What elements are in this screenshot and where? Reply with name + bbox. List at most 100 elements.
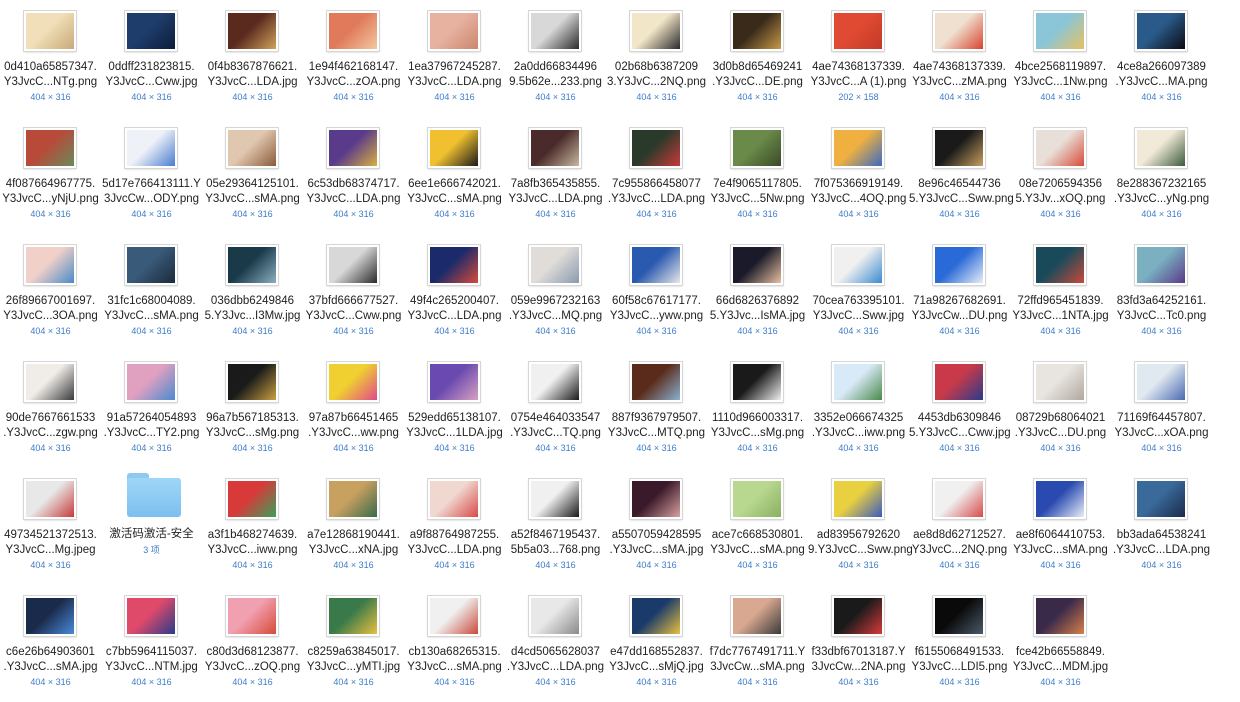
file-item[interactable]: c8259a63845017. Y3JvcC...yMTI.jpg 404 × 3… [303, 585, 404, 702]
image-dimensions: 404 × 316 [838, 677, 879, 687]
file-item[interactable]: 4ae74368137339. Y3JvcC...zMA.png 404 × 31… [909, 0, 1010, 117]
file-item[interactable]: 91a57264054893 .Y3JvcC...TY2.png 404 × 31… [101, 351, 202, 468]
image-dimensions: 404 × 316 [1040, 92, 1081, 102]
file-item[interactable]: 0754e464033547 .Y3JvcC...TQ.png 404 × 316 [505, 351, 606, 468]
file-item[interactable]: 83fd3a64252161. Y3JvcC...Tc0.png 404 × 31… [1111, 234, 1212, 351]
file-item[interactable]: 2a0dd66834496 9.5b62e...233.png 404 × 316 [505, 0, 606, 117]
file-item[interactable]: 0f4b8367876621. Y3JvcC...LDA.jpg 404 × 31… [202, 0, 303, 117]
file-item[interactable]: ae8d8d62712527. Y3JvcC...2NQ.png 404 × 31… [909, 468, 1010, 585]
file-item[interactable]: a7e12868190441. Y3JvcC...xNA.jpg 404 × 31… [303, 468, 404, 585]
file-item[interactable]: c7bb5964115037. Y3JvcC...NTM.jpg 404 × 31… [101, 585, 202, 702]
file-item[interactable]: 0ddff231823815. Y3JvcC...Cww.jpg 404 × 31… [101, 0, 202, 117]
file-name: 7f075366919149. Y3JvcC...4OQ.png [810, 178, 907, 205]
file-item[interactable]: c6e26b64903601 .Y3JvcC...sMA.jpg 404 × 31… [0, 585, 101, 702]
file-item[interactable]: 059e9967232163 .Y3JvcC...MQ.png 404 × 316 [505, 234, 606, 351]
file-item[interactable]: 70cea763395101. Y3JvcC...Sww.jpg 404 × 31… [808, 234, 909, 351]
file-name: 5d17e766413111.Y 3JvcCw...ODY.png [102, 178, 201, 205]
file-item[interactable]: 4ce8a266097389 .Y3JvcC...MA.png 404 × 316 [1111, 0, 1212, 117]
image-dimensions: 404 × 316 [30, 560, 71, 570]
file-name: 72ffd965451839. Y3JvcC...1NTA.jpg [1012, 295, 1109, 322]
file-item[interactable]: ae8f6064410753. Y3JvcC...sMA.png 404 × 31… [1010, 468, 1111, 585]
file-item[interactable]: 66d6826376892 5.Y3Jvc...IsMA.jpg 404 × 31… [707, 234, 808, 351]
file-item[interactable]: 08e7206594356 5.Y3Jv...xOQ.png 404 × 316 [1010, 117, 1111, 234]
file-item[interactable]: 5d17e766413111.Y 3JvcCw...ODY.png 404 × 3… [101, 117, 202, 234]
file-item[interactable]: 7a8fb365435855. Y3JvcC...LDA.png 404 × 31… [505, 117, 606, 234]
file-item[interactable]: 3352e066674325 .Y3JvcC...iww.png 404 × 31… [808, 351, 909, 468]
file-item[interactable]: ace7c668530801. Y3JvcC...sMA.png 404 × 31… [707, 468, 808, 585]
folder-item[interactable]: 激活码激活-安全 3 项 [101, 468, 202, 585]
file-item[interactable]: 26f89667001697. Y3JvcC...3OA.png 404 × 31… [0, 234, 101, 351]
file-item[interactable]: 0d410a65857347. Y3JvcC...NTg.png 404 × 31… [0, 0, 101, 117]
file-item[interactable]: 6ee1e666742021. Y3JvcC...sMA.png 404 × 31… [404, 117, 505, 234]
file-item[interactable]: 1110d966003317. Y3JvcC...sMg.png 404 × 31… [707, 351, 808, 468]
file-item[interactable]: f33dbf67013187.Y 3JvcCw...2NA.png 404 × 3… [808, 585, 909, 702]
file-item[interactable]: 02b68b6387209 3.Y3JvC...2NQ.png 404 × 316 [606, 0, 707, 117]
file-item[interactable]: 529edd65138107. Y3JvcC...1LDA.jpg 404 × 3… [404, 351, 505, 468]
image-thumbnail [125, 245, 177, 285]
image-dimensions: 404 × 316 [737, 92, 778, 102]
file-item[interactable]: 96a7b567185313. Y3JvcC...sMg.png 404 × 31… [202, 351, 303, 468]
file-item[interactable]: 6c53db68374717. Y3JvcC...LDA.png 404 × 31… [303, 117, 404, 234]
file-item[interactable]: a52f8467195437. 5b5a03...768.png 404 × 31… [505, 468, 606, 585]
file-name: 71a98267682691. Y3JvcCw...DU.png [911, 295, 1008, 322]
file-item[interactable]: 49734521372513. Y3JvcC...Mg.jpeg 404 × 31… [0, 468, 101, 585]
file-item[interactable]: 4bce2568119897. Y3JvcC...1Nw.png 404 × 31… [1010, 0, 1111, 117]
image-thumbnail [630, 128, 682, 168]
image-thumbnail [226, 596, 278, 636]
file-item[interactable]: 4f087664967775. Y3JvcC...yNjU.png 404 × 3… [0, 117, 101, 234]
file-item[interactable]: 7e4f9065117805. Y3JvcC...5Nw.png 404 × 31… [707, 117, 808, 234]
file-item[interactable]: 05e29364125101. Y3JvcC...sMA.png 404 × 31… [202, 117, 303, 234]
file-item[interactable]: a3f1b468274639. Y3JvcC...iww.png 404 × 31… [202, 468, 303, 585]
image-thumbnail [226, 128, 278, 168]
file-item[interactable]: 036dbb6249846 5.Y3Jvc...I3Mw.jpg 404 × 31… [202, 234, 303, 351]
file-name: 1110d966003317. Y3JvcC...sMg.png [710, 412, 805, 439]
file-item[interactable]: f6155068491533. Y3JvcC...LDI5.png 404 × 3… [909, 585, 1010, 702]
file-item[interactable]: 71169f64457807. Y3JvcC...xOA.png 404 × 31… [1111, 351, 1212, 468]
image-dimensions: 404 × 316 [737, 209, 778, 219]
file-item[interactable]: e47dd168552837. Y3JvcC...sMjQ.jpg 404 × 3… [606, 585, 707, 702]
file-item[interactable]: fce42b66558849. Y3JvcC...MDM.jpg 404 × 31… [1010, 585, 1111, 702]
file-name: a3f1b468274639. Y3JvcC...iww.png [207, 529, 298, 556]
file-item[interactable]: 08729b68064021 .Y3JvcC...DU.png 404 × 316 [1010, 351, 1111, 468]
file-item[interactable]: 1e94f462168147. Y3JvcC...zOA.png 404 × 31… [303, 0, 404, 117]
file-item[interactable]: 60f58c67617177. Y3JvcC...yww.png 404 × 31… [606, 234, 707, 351]
image-dimensions: 404 × 316 [333, 443, 374, 453]
file-name: 97a87b66451465 .Y3JvcC...ww.png [308, 412, 399, 439]
file-item[interactable]: ad83956792620 9.Y3JvcC...Sww.png 404 × 31… [808, 468, 913, 585]
file-name: 2a0dd66834496 9.5b62e...233.png [509, 61, 602, 88]
file-name: ad83956792620 9.Y3JvcC...Sww.png [808, 529, 913, 556]
file-item[interactable]: 97a87b66451465 .Y3JvcC...ww.png 404 × 316 [303, 351, 404, 468]
file-item[interactable]: 7f075366919149. Y3JvcC...4OQ.png 404 × 31… [808, 117, 909, 234]
file-item[interactable]: 71a98267682691. Y3JvcCw...DU.png 404 × 31… [909, 234, 1010, 351]
image-dimensions: 404 × 316 [131, 92, 172, 102]
file-item[interactable]: bb3ada64538241 .Y3JvcC...LDA.png 404 × 31… [1111, 468, 1212, 585]
file-item[interactable]: 72ffd965451839. Y3JvcC...1NTA.jpg 404 × 3… [1010, 234, 1111, 351]
file-name: 0ddff231823815. Y3JvcC...Cww.jpg [105, 61, 198, 88]
image-thumbnail [630, 245, 682, 285]
file-name: 49734521372513. Y3JvcC...Mg.jpeg [4, 529, 97, 556]
file-item[interactable]: 37bfd666677527. Y3JvcC...Cww.png 404 × 31… [303, 234, 404, 351]
file-item[interactable]: 8e288367232165 .Y3JvcC...yNg.png 404 × 31… [1111, 117, 1212, 234]
file-item[interactable]: 7c955866458077 .Y3JvcC...LDA.png 404 × 31… [606, 117, 707, 234]
file-item[interactable]: a5507059428595 .Y3JvcC...sMA.jpg 404 × 31… [606, 468, 707, 585]
file-item[interactable]: cb130a68265315. Y3JvcC...sMA.png 404 × 31… [404, 585, 505, 702]
file-item[interactable]: 4ae74368137339. Y3JvcC...A (1).png 202 × … [808, 0, 909, 117]
image-thumbnail [226, 479, 278, 519]
file-item[interactable]: 49f4c265200407. Y3JvcC...LDA.png 404 × 31… [404, 234, 505, 351]
file-item[interactable]: 1ea37967245287. Y3JvcC...LDA.png 404 × 31… [404, 0, 505, 117]
image-dimensions: 404 × 316 [333, 677, 374, 687]
file-item[interactable]: 3d0b8d65469241 .Y3JvcC...DE.png 404 × 316 [707, 0, 808, 117]
file-item[interactable]: 8e96c46544736 5.Y3JvcC...Sww.png 404 × 31… [909, 117, 1014, 234]
image-dimensions: 404 × 316 [939, 560, 980, 570]
image-thumbnail [630, 479, 682, 519]
file-item[interactable]: 31fc1c68004089. Y3JvcC...sMA.png 404 × 31… [101, 234, 202, 351]
image-dimensions: 404 × 316 [535, 677, 576, 687]
file-item[interactable]: 90de7667661533 .Y3JvcC...zgw.png 404 × 31… [0, 351, 101, 468]
file-item[interactable]: 887f9367979507. Y3JvcC...MTQ.png 404 × 31… [606, 351, 707, 468]
file-item[interactable]: c80d3d68123877. Y3JvcC...zOQ.png 404 × 31… [202, 585, 303, 702]
image-thumbnail [933, 11, 985, 51]
file-item[interactable]: f7dc7767491711.Y 3JvcCw...sMA.png 404 × 3… [707, 585, 808, 702]
file-item[interactable]: a9f88764987255. Y3JvcC...LDA.png 404 × 31… [404, 468, 505, 585]
file-item[interactable]: 4453db6309846 5.Y3JvcC...Cww.jpg 404 × 31… [909, 351, 1011, 468]
file-item[interactable]: d4cd5065628037 .Y3JvcC...LDA.png 404 × 31… [505, 585, 606, 702]
